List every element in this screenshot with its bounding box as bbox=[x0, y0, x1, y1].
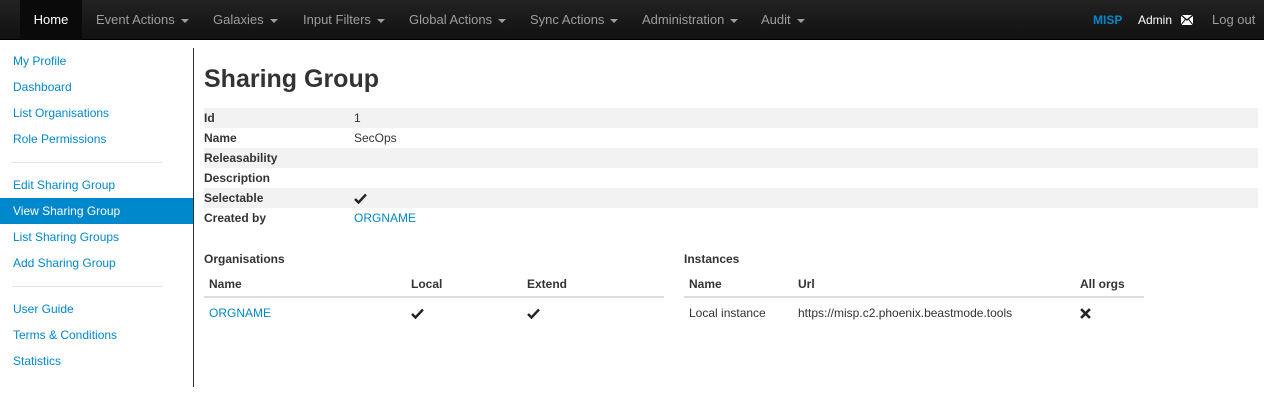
instance-url: https://misp.c2.phoenix.beastmode.tools bbox=[798, 306, 1013, 320]
column-header-local: Local bbox=[411, 277, 443, 291]
chevron-down-icon bbox=[498, 18, 507, 23]
sidebar-item-edit-sharing-group[interactable]: Edit Sharing Group bbox=[0, 172, 193, 198]
all-orgs-cell bbox=[1080, 300, 1091, 326]
column-header-all-orgs: All orgs bbox=[1080, 277, 1125, 291]
nav-home[interactable]: Home bbox=[20, 0, 82, 40]
sidebar-item-dashboard[interactable]: Dashboard bbox=[0, 74, 193, 100]
nav-galaxies-label: Galaxies bbox=[213, 12, 264, 27]
check-icon bbox=[354, 194, 367, 205]
nav-input-filters-label: Input Filters bbox=[303, 12, 371, 27]
field-key: Name bbox=[204, 131, 237, 145]
field-row-name: Name SecOps bbox=[204, 128, 1258, 148]
instances-table-header: Name Url All orgs bbox=[684, 270, 1144, 298]
chevron-down-icon bbox=[610, 18, 619, 23]
organisations-title: Organisations bbox=[204, 252, 285, 266]
nav-galaxies[interactable]: Galaxies bbox=[213, 0, 278, 40]
nav-audit[interactable]: Audit bbox=[761, 0, 805, 40]
brand-label: MISP bbox=[1093, 13, 1123, 27]
logout-link[interactable]: Log out bbox=[1212, 0, 1255, 40]
organisation-link[interactable]: ORGNAME bbox=[209, 300, 271, 326]
field-row-description: Description bbox=[204, 168, 1258, 188]
field-row-selectable: Selectable bbox=[204, 188, 1258, 208]
sidebar-item-add-sharing-group[interactable]: Add Sharing Group bbox=[0, 250, 193, 276]
chevron-down-icon bbox=[796, 18, 805, 23]
field-key: Releasability bbox=[204, 151, 278, 165]
check-icon bbox=[527, 309, 540, 320]
nav-global-actions[interactable]: Global Actions bbox=[409, 0, 507, 40]
x-icon bbox=[1080, 308, 1091, 320]
field-key: Selectable bbox=[204, 191, 264, 205]
user-label: Admin bbox=[1138, 13, 1173, 27]
sidebar-item-list-sharing-groups[interactable]: List Sharing Groups bbox=[0, 224, 193, 250]
created-by-link[interactable]: ORGNAME bbox=[354, 208, 416, 228]
table-row: ORGNAME bbox=[204, 300, 664, 328]
column-header-name: Name bbox=[209, 277, 242, 291]
sidebar-item-role-permissions[interactable]: Role Permissions bbox=[0, 126, 193, 152]
sidebar: My Profile Dashboard List Organisations … bbox=[0, 48, 194, 387]
table-row: Local instance https://misp.c2.phoenix.b… bbox=[684, 300, 1144, 328]
brand-link[interactable]: MISP bbox=[1093, 0, 1122, 40]
sidebar-item-list-organisations[interactable]: List Organisations bbox=[0, 100, 193, 126]
organisations-table-header: Name Local Extend bbox=[204, 270, 664, 298]
nav-home-label: Home bbox=[33, 12, 69, 27]
nav-administration-label: Administration bbox=[642, 12, 725, 27]
chevron-down-icon bbox=[269, 18, 278, 23]
nav-event-actions-label: Event Actions bbox=[96, 12, 175, 27]
nav-administration[interactable]: Administration bbox=[642, 0, 739, 40]
chevron-down-icon bbox=[730, 18, 739, 23]
sidebar-item-statistics[interactable]: Statistics bbox=[0, 348, 193, 374]
nav-audit-label: Audit bbox=[761, 12, 791, 27]
column-header-name: Name bbox=[689, 277, 722, 291]
envelope-icon[interactable] bbox=[1181, 15, 1193, 25]
field-value: SecOps bbox=[354, 131, 397, 145]
user-link[interactable]: Admin bbox=[1138, 0, 1172, 40]
sidebar-item-terms-conditions[interactable]: Terms & Conditions bbox=[0, 322, 193, 348]
page-title: Sharing Group bbox=[204, 65, 379, 93]
top-navbar: Home Event Actions Galaxies Input Filter… bbox=[0, 0, 1264, 40]
nav-sync-actions-label: Sync Actions bbox=[530, 12, 605, 27]
instances-title: Instances bbox=[684, 252, 740, 266]
field-row-id: Id 1 bbox=[204, 108, 1258, 128]
field-value bbox=[354, 188, 367, 208]
field-key: Id bbox=[204, 111, 215, 125]
field-key: Description bbox=[204, 171, 271, 185]
check-icon bbox=[411, 309, 424, 320]
nav-input-filters[interactable]: Input Filters bbox=[303, 0, 385, 40]
sidebar-divider bbox=[12, 162, 162, 163]
instance-name: Local instance bbox=[689, 306, 766, 320]
local-cell bbox=[411, 300, 424, 326]
sidebar-item-view-sharing-group[interactable]: View Sharing Group bbox=[0, 198, 193, 224]
chevron-down-icon bbox=[180, 18, 189, 23]
nav-global-actions-label: Global Actions bbox=[409, 12, 493, 27]
sidebar-item-user-guide[interactable]: User Guide bbox=[0, 296, 193, 322]
nav-sync-actions[interactable]: Sync Actions bbox=[530, 0, 619, 40]
sidebar-item-my-profile[interactable]: My Profile bbox=[0, 48, 193, 74]
field-key: Created by bbox=[204, 211, 267, 225]
logout-label: Log out bbox=[1212, 12, 1256, 27]
extend-cell bbox=[527, 300, 540, 326]
chevron-down-icon bbox=[376, 18, 385, 23]
field-row-created-by: Created by ORGNAME bbox=[204, 208, 1258, 228]
column-header-extend: Extend bbox=[527, 277, 568, 291]
field-row-releasability: Releasability bbox=[204, 148, 1258, 168]
sidebar-divider bbox=[12, 286, 162, 287]
field-value: 1 bbox=[354, 111, 361, 125]
nav-event-actions[interactable]: Event Actions bbox=[96, 0, 189, 40]
column-header-url: Url bbox=[798, 277, 815, 291]
